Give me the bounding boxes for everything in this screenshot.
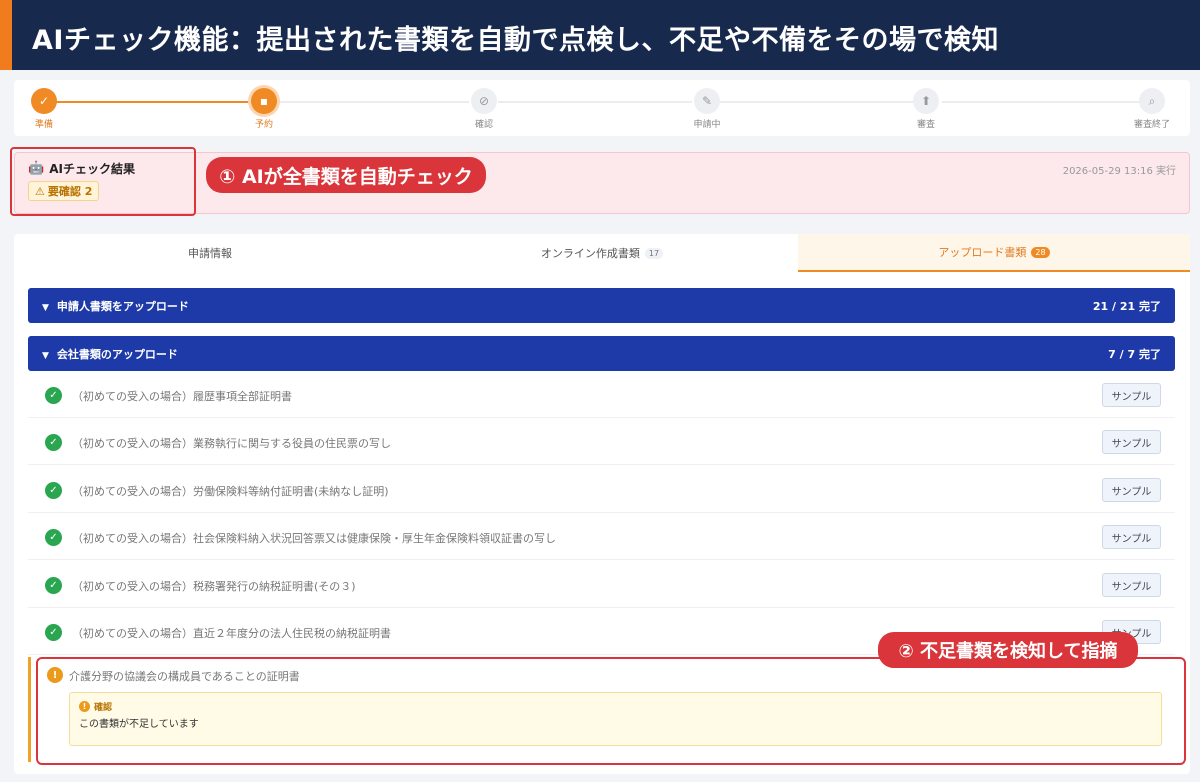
sample-button[interactable]: サンプル: [1102, 573, 1161, 597]
section-header-applicant[interactable]: ▼ 申請人書類をアップロード 21 / 21 完了: [28, 288, 1175, 323]
document-name: （初めての受入の場合）直近２年度分の法人住民税の納税証明書: [72, 627, 391, 640]
search-icon: ⌕: [1139, 88, 1165, 114]
check-circle-icon: ✓: [45, 434, 62, 451]
tab-label: 申請情報: [188, 247, 232, 260]
list-item: ✓ （初めての受入の場合）社会保険料納入状況回答票又は健康保険・厚生年金保険料領…: [28, 513, 1175, 560]
section-status: 7 / 7 完了: [1108, 347, 1161, 361]
document-name: （初めての受入の場合）社会保険料納入状況回答票又は健康保険・厚生年金保険料領収証…: [72, 532, 556, 545]
sample-button[interactable]: サンプル: [1102, 383, 1161, 407]
tab-uploaded-documents[interactable]: アップロード書類 28: [798, 234, 1190, 272]
list-item: ✓ （初めての受入の場合）税務署発行の納税証明書(その３) サンプル: [28, 561, 1175, 608]
sample-button[interactable]: サンプル: [1102, 430, 1161, 454]
list-item: ✓ （初めての受入の場合）業務執行に関与する役員の住民票の写し サンプル: [28, 418, 1175, 465]
check-circle-icon: ⊘: [471, 88, 497, 114]
list-item: ✓ （初めての受入の場合）労働保険料等納付証明書(未納なし証明) サンプル: [28, 466, 1175, 513]
step-review-complete[interactable]: ⌕ 審査終了: [1122, 88, 1182, 130]
step-connector: [276, 101, 469, 103]
step-label: 申請中: [693, 120, 721, 130]
tab-online-documents[interactable]: オンライン作成書類 17: [406, 234, 798, 272]
document-name: （初めての受入の場合）業務執行に関与する役員の住民票の写し: [72, 437, 391, 450]
ai-check-timestamp: 2026-05-29 13:16 実行: [1062, 166, 1176, 177]
tab-bar: 申請情報 オンライン作成書類 17 アップロード書類 28: [14, 234, 1190, 272]
step-reservation[interactable]: ▪ 予約: [234, 88, 294, 130]
section-title: 会社書類のアップロード: [56, 347, 178, 361]
check-circle-icon: ✓: [45, 577, 62, 594]
section-title-wrap: ▼ 会社書類のアップロード: [42, 346, 178, 362]
check-circle-icon: ✓: [45, 624, 62, 641]
tab-label: アップロード書類: [938, 246, 1027, 259]
step-connector: [942, 101, 1140, 103]
step-label: 予約: [254, 120, 273, 130]
sample-button[interactable]: サンプル: [1102, 478, 1161, 502]
step-review[interactable]: ⬆ 審査: [896, 88, 956, 130]
tab-count-badge: 17: [644, 247, 664, 259]
progress-stepper: ✓ 準備 ▪ 予約 ⊘ 確認 ✎ 申請中 ⬆ 審査 ⌕ 審査終了: [14, 80, 1190, 136]
tab-label: オンライン作成書類: [540, 247, 640, 260]
step-connector: [720, 101, 913, 103]
caret-down-icon: ▼: [42, 302, 49, 313]
step-label: 審査: [916, 120, 935, 130]
check-circle-icon: ✓: [45, 387, 62, 404]
step-label: 準備: [34, 120, 53, 130]
step-confirmation[interactable]: ⊘ 確認: [454, 88, 514, 130]
step-connector: [56, 101, 251, 103]
gavel-icon: ✎: [694, 88, 720, 114]
check-circle-icon: ✓: [45, 482, 62, 499]
upload-icon: ⬆: [913, 88, 939, 114]
section-title-wrap: ▼ 申請人書類をアップロード: [42, 298, 189, 314]
check-icon: ✓: [31, 88, 57, 114]
section-header-company[interactable]: ▼ 会社書類のアップロード 7 / 7 完了: [28, 336, 1175, 371]
callout-auto-check: ① AIが全書類を自動チェック: [206, 157, 486, 193]
header-banner: AIチェック機能：提出された書類を自動で点検し、不足や不備をその場で検知: [0, 0, 1200, 70]
step-applying[interactable]: ✎ 申請中: [677, 88, 737, 130]
step-label: 確認: [474, 120, 493, 130]
step-label: 審査終了: [1133, 120, 1170, 130]
step-preparation[interactable]: ✓ 準備: [14, 88, 74, 130]
highlight-frame: [10, 147, 196, 216]
section-status: 21 / 21 完了: [1092, 299, 1161, 313]
document-name: （初めての受入の場合）履歴事項全部証明書: [72, 390, 292, 403]
banner-accent: [0, 0, 12, 70]
document-name: （初めての受入の場合）税務署発行の納税証明書(その３): [72, 580, 356, 593]
list-item: ✓ （初めての受入の場合）履歴事項全部証明書 サンプル: [28, 371, 1175, 418]
caret-down-icon: ▼: [42, 350, 49, 361]
tab-application-info[interactable]: 申請情報: [14, 234, 406, 272]
sample-button[interactable]: サンプル: [1102, 525, 1161, 549]
section-title: 申請人書類をアップロード: [56, 299, 189, 313]
callout-missing-detect: ② 不足書類を検知して指摘: [878, 632, 1138, 668]
check-circle-icon: ✓: [45, 529, 62, 546]
step-connector: [498, 101, 692, 103]
banner-title: AIチェック機能：提出された書類を自動で点検し、不足や不備をその場で検知: [32, 25, 999, 56]
tab-count-badge: 28: [1031, 246, 1050, 258]
document-icon: ▪: [251, 88, 277, 114]
highlight-frame: [36, 657, 1186, 765]
document-name: （初めての受入の場合）労働保険料等納付証明書(未納なし証明): [72, 485, 389, 498]
